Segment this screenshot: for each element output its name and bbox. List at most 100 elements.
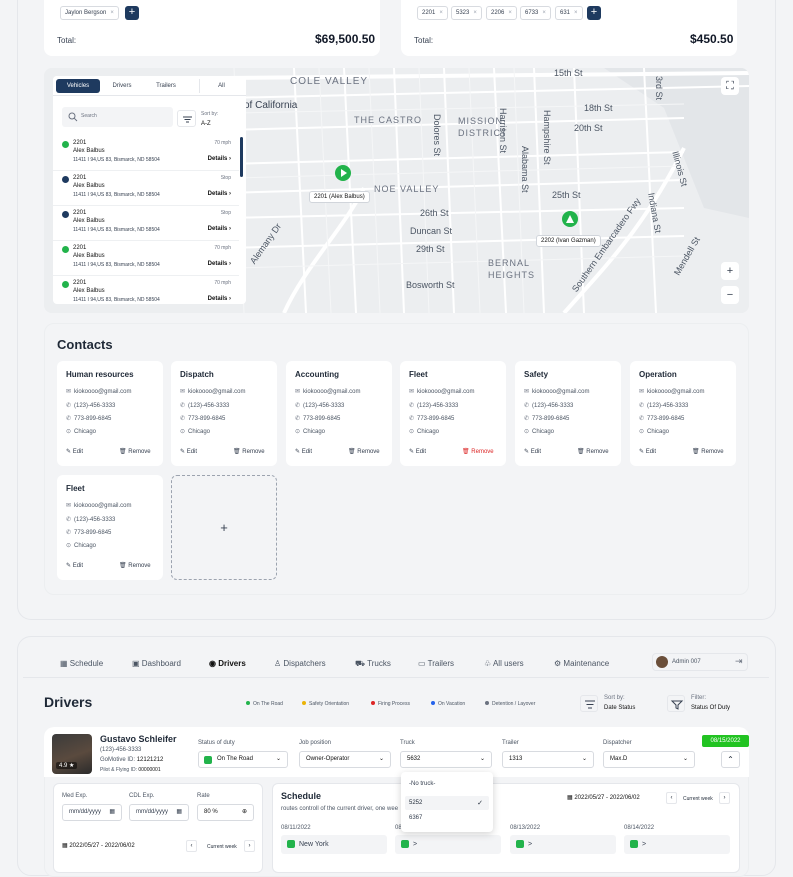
remove-button[interactable]: 🗑 Remove [692, 448, 724, 455]
remove-chip-icon[interactable]: × [473, 10, 477, 16]
avatar [656, 656, 668, 668]
vehicle-list-item[interactable]: 2201 Alex Balbus 11411 I 94,US 83, Bisma… [53, 207, 239, 241]
remove-button[interactable]: 🗑 Remove [577, 448, 609, 455]
remove-chip-icon[interactable]: × [439, 10, 443, 16]
trash-icon: 🗑 [119, 563, 127, 569]
sort-value[interactable]: Date Status [604, 705, 635, 711]
remove-button[interactable]: 🗑 Remove [233, 448, 265, 455]
truck-chip[interactable]: 2206 × [486, 6, 517, 20]
nav-maintenance[interactable]: ⚙ Maintenance [554, 659, 609, 668]
truck-chip[interactable]: 5323 × [451, 6, 482, 20]
nav-schedule[interactable]: ▦ Schedule [60, 659, 103, 668]
remove-chip-icon[interactable]: × [574, 10, 578, 16]
vehicle-list-item[interactable]: 2201 Alex Balbus 11411 I 94,US 83, Bisma… [53, 242, 239, 276]
edit-button[interactable]: ✎ Edit [295, 448, 312, 455]
list-scrollbar[interactable] [240, 137, 243, 177]
nav-dispatchers[interactable]: ♙ Dispatchers [274, 659, 326, 668]
remove-chip-icon[interactable]: × [542, 10, 546, 16]
truck-chip[interactable]: 631 × [555, 6, 583, 20]
zoom-out-button[interactable]: − [721, 286, 739, 304]
schedule-range[interactable]: ▦ 2022/05/27 - 2022/06/02 [567, 794, 640, 801]
nav-trucks[interactable]: ⛟ Trucks [355, 659, 391, 669]
prev-week-button[interactable]: ‹ [186, 840, 197, 852]
filter-button[interactable] [177, 110, 196, 127]
next-week-button[interactable]: › [719, 792, 730, 804]
fullscreen-button[interactable]: ⛶ [721, 77, 739, 95]
search-input[interactable]: Search [62, 107, 173, 127]
remove-chip-icon[interactable]: × [110, 10, 114, 16]
collapse-button[interactable]: ⌃ [721, 751, 740, 768]
sort-value[interactable]: A-Z [201, 121, 211, 127]
tab-vehicles[interactable]: Vehicles [56, 79, 100, 93]
vehicle-list-item[interactable]: 2201 Alex Balbus 11411 I 94,US 83, Bisma… [53, 137, 239, 171]
truck-option[interactable]: -No truck- [409, 781, 435, 787]
edit-button[interactable]: ✎ Edit [66, 562, 83, 569]
truck-option[interactable]: 6367 [409, 815, 422, 821]
sort-button[interactable] [580, 695, 598, 712]
neighborhood-label: of California [244, 100, 298, 111]
details-link[interactable]: Details › [208, 191, 231, 197]
truck-select[interactable]: 5632 ⌄ [400, 751, 492, 768]
status-stop-icon [62, 211, 69, 218]
date-range[interactable]: ▦ 2022/05/27 - 2022/06/02 [62, 842, 135, 849]
street-label: Dolores St [432, 114, 442, 157]
remove-button[interactable]: 🗑 Remove [119, 448, 151, 455]
details-link[interactable]: Details › [208, 296, 231, 302]
vehicle-list-item[interactable]: 2201 Alex Balbus 11411 I 94,US 83, Bisma… [53, 277, 239, 304]
prev-week-button[interactable]: ‹ [666, 792, 677, 804]
med-exp-input[interactable]: mm/dd/yyyy ▦ [62, 804, 122, 821]
tab-all[interactable]: All [199, 79, 243, 93]
details-link[interactable]: Details › [208, 261, 231, 267]
position-select[interactable]: Owner-Operator ⌄ [299, 751, 391, 768]
nav-drivers[interactable]: ◉ Drivers [209, 659, 246, 668]
add-driver-button[interactable]: + [125, 6, 139, 20]
vehicle-marker[interactable] [562, 211, 578, 227]
next-week-button[interactable]: › [244, 840, 255, 852]
remove-button[interactable]: 🗑 Remove [462, 448, 494, 455]
vehicle-list-item[interactable]: 2201 Alex Balbus 11411 I 94,US 83, Bisma… [53, 172, 239, 206]
dispatcher-select[interactable]: Max.D ⌄ [603, 751, 695, 768]
vehicle-address: 11411 I 94,US 83, Bismarck, ND 58504 [73, 192, 160, 198]
trailer-select[interactable]: 1313 ⌄ [502, 751, 594, 768]
zoom-in-button[interactable]: + [721, 262, 739, 280]
current-week-label[interactable]: Current week [683, 796, 713, 802]
status-select[interactable]: On The Road ⌄ [198, 751, 288, 768]
remove-button[interactable]: 🗑 Remove [119, 562, 151, 569]
rate-input[interactable]: 80 % ⊕ [197, 804, 254, 821]
edit-button[interactable]: ✎ Edit [409, 448, 426, 455]
filter-value[interactable]: Status Of Duty [691, 705, 730, 711]
user-menu[interactable]: Admin 007 ⇥ [652, 653, 748, 671]
nav-trailers[interactable]: ▭ Trailers [418, 659, 454, 668]
nav-dashboard[interactable]: ▣ Dashboard [132, 659, 181, 668]
cdl-exp-input[interactable]: mm/dd/yyyy ▦ [129, 804, 189, 821]
details-link[interactable]: Details › [208, 226, 231, 232]
add-truck-button[interactable]: + [587, 6, 601, 20]
filter-button[interactable] [667, 695, 685, 712]
remove-button[interactable]: 🗑 Remove [348, 448, 380, 455]
nav-all-users[interactable]: ♧ All users [484, 659, 524, 668]
tab-drivers[interactable]: Drivers [103, 79, 141, 93]
add-contact-button[interactable]: + [171, 475, 277, 580]
truck-option-selected[interactable]: 5252 ✓ [405, 796, 489, 810]
schedule-cell[interactable]: > [510, 835, 616, 854]
current-week-label[interactable]: Current week [207, 844, 237, 850]
selected-driver-chip[interactable]: Jaylon Bergson × [60, 6, 119, 20]
vehicle-address: 11411 I 94,US 83, Bismarck, ND 58504 [73, 262, 160, 268]
edit-button[interactable]: ✎ Edit [524, 448, 541, 455]
truck-chip[interactable]: 6733 × [520, 6, 551, 20]
schedule-cell[interactable]: > [624, 835, 730, 854]
details-link[interactable]: Details › [208, 156, 231, 162]
calendar-icon[interactable]: ▦ [109, 805, 115, 820]
logout-icon[interactable]: ⇥ [735, 656, 743, 667]
phone-icon: ✆ [66, 517, 72, 523]
vehicle-marker[interactable] [335, 165, 351, 181]
truck-chip[interactable]: 2201 × [417, 6, 448, 20]
remove-chip-icon[interactable]: × [508, 10, 512, 16]
edit-button[interactable]: ✎ Edit [639, 448, 656, 455]
edit-button[interactable]: ✎ Edit [66, 448, 83, 455]
edit-button[interactable]: ✎ Edit [180, 448, 197, 455]
tab-trailers[interactable]: Trailers [145, 79, 187, 93]
calendar-icon[interactable]: ▦ [176, 805, 182, 820]
schedule-cell[interactable]: New York [281, 835, 387, 854]
schedule-cell[interactable]: > [395, 835, 501, 854]
